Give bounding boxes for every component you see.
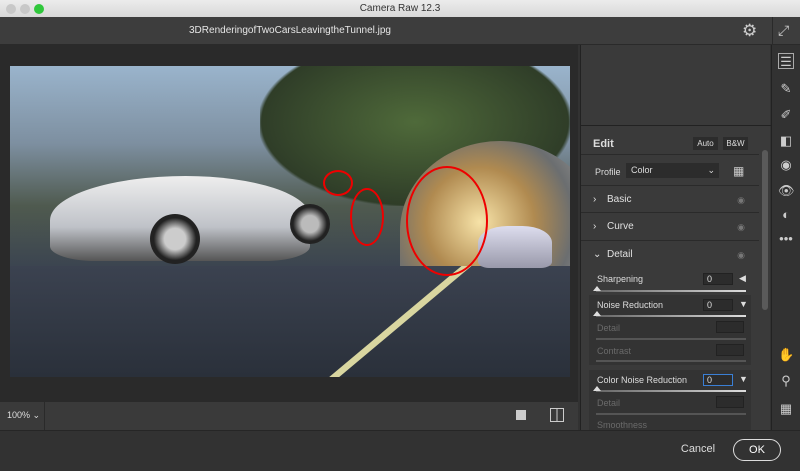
healing-brush-icon[interactable]: ✎ [778, 81, 794, 97]
nr-detail-input [716, 321, 744, 333]
expand-icon[interactable]: ⤢ [778, 22, 789, 39]
eye-icon[interactable]: ◉ [737, 213, 745, 241]
section-label: Detail [607, 249, 633, 260]
annotation-circle [406, 166, 488, 276]
hand-icon[interactable]: ✋ [778, 347, 794, 363]
zoom-window-button[interactable] [34, 4, 44, 14]
divider [772, 17, 773, 45]
close-window-button[interactable] [6, 4, 16, 14]
more-icon[interactable]: ••• [778, 231, 794, 247]
brush-icon[interactable]: ✐ [778, 107, 794, 123]
chevron-right-icon: › [593, 194, 597, 205]
distant-car [478, 226, 552, 268]
car-wheel [150, 214, 200, 264]
zoom-level-select[interactable]: 100% ⌄ [7, 410, 40, 421]
bottom-toolbar: 100% ⌄ [0, 401, 578, 431]
before-after-icon[interactable] [550, 408, 564, 422]
header: 3DRenderingofTwoCarsLeavingtheTunnel.jpg… [0, 17, 800, 45]
section-label: Curve [607, 221, 634, 232]
ok-button[interactable]: OK [733, 439, 781, 461]
profile-value: Color [631, 165, 653, 175]
nr-contrast-slider [596, 360, 746, 362]
chevron-down-icon: ⌄ [707, 165, 715, 175]
divider [44, 402, 45, 431]
cancel-button[interactable]: Cancel [672, 439, 724, 461]
color-noise-reduction-group: Color Noise Reduction 0 ▼ Detail Smoothn… [589, 370, 751, 430]
title-bar: Camera Raw 12.3 [0, 0, 800, 17]
annotation-circle [323, 170, 353, 196]
color-noise-reduction-input[interactable]: 0 [703, 374, 733, 386]
gradient-filter-icon[interactable]: ◧ [778, 133, 794, 149]
profile-label: Profile [595, 167, 621, 177]
edit-panel: Edit Auto B&W Profile Color ⌄ ▦ › Basic ◉ ›… [580, 45, 771, 430]
tool-strip: ☰ ✎ ✐ ◧ ◉ 👁 ◐ ••• ✋ ⚲ ▦ [771, 45, 800, 430]
annotation-circle [350, 188, 384, 246]
sharpening-input[interactable]: 0 [703, 273, 733, 285]
triangle-down-icon[interactable]: ▼ [739, 374, 748, 384]
presets-icon[interactable]: ◐ [778, 207, 794, 223]
edit-sliders-icon[interactable]: ☰ [778, 53, 794, 69]
grid-search-icon[interactable]: ▦ [733, 164, 744, 178]
slider-thumb[interactable] [593, 286, 601, 291]
cycle-view-icon[interactable] [516, 410, 526, 420]
noise-reduction-input[interactable]: 0 [703, 299, 733, 311]
noise-reduction-group: Noise Reduction 0 ▼ Detail Contrast [589, 295, 751, 365]
eyedropper-icon[interactable]: ⚲ [778, 373, 794, 389]
car-wheel [290, 204, 330, 244]
sharpening-slider[interactable] [593, 286, 746, 292]
bw-button[interactable]: B&W [723, 137, 748, 150]
grid-icon[interactable]: ▦ [778, 401, 794, 417]
triangle-left-icon[interactable]: ◀ [739, 273, 746, 284]
edit-title: Edit [593, 138, 614, 150]
slider-thumb[interactable] [593, 311, 601, 316]
cnr-detail-label: Detail [597, 398, 621, 408]
eye-icon[interactable]: ◉ [737, 241, 745, 269]
zoom-level: 100% [7, 410, 31, 420]
panel-scrollbar[interactable] [762, 150, 768, 310]
footer: Cancel OK [0, 430, 800, 471]
sharpening-label: Sharpening [597, 274, 644, 284]
chevron-down-icon: ⌄ [593, 249, 602, 260]
slider-thumb[interactable] [593, 386, 601, 391]
eye-icon[interactable]: ◉ [737, 186, 745, 214]
color-noise-reduction-slider[interactable] [593, 386, 746, 392]
road [10, 266, 570, 377]
noise-reduction-slider[interactable] [593, 311, 746, 317]
chevron-right-icon: › [593, 221, 597, 232]
nr-detail-label: Detail [597, 323, 621, 333]
section-label: Basic [607, 194, 632, 205]
color-noise-reduction-label: Color Noise Reduction [597, 375, 688, 385]
radial-filter-icon[interactable]: ◉ [778, 157, 794, 173]
noise-reduction-label: Noise Reduction [597, 300, 664, 310]
section-curve[interactable]: › Curve ◉ [581, 213, 759, 241]
window-title: Camera Raw 12.3 [359, 3, 441, 14]
auto-button[interactable]: Auto [693, 137, 718, 150]
nr-contrast-label: Contrast [597, 346, 632, 356]
red-eye-icon[interactable]: 👁 [778, 183, 795, 199]
section-basic[interactable]: › Basic ◉ [581, 185, 759, 213]
cnr-detail-slider [596, 413, 746, 415]
filename: 3DRenderingofTwoCarsLeavingtheTunnel.jpg [189, 25, 391, 36]
minimize-window-button[interactable] [20, 4, 30, 14]
triangle-down-icon[interactable]: ▼ [739, 299, 748, 309]
profile-select[interactable]: Color ⌄ [626, 163, 719, 178]
photo-preview[interactable] [10, 66, 570, 377]
nr-contrast-input [716, 344, 744, 356]
section-detail[interactable]: ⌄ Detail ◉ [581, 241, 759, 269]
cnr-smoothness-label: Smoothness [597, 420, 648, 430]
nr-detail-slider [596, 338, 746, 340]
gear-icon[interactable]: ⚙ [742, 21, 757, 41]
cnr-detail-input [716, 396, 744, 408]
